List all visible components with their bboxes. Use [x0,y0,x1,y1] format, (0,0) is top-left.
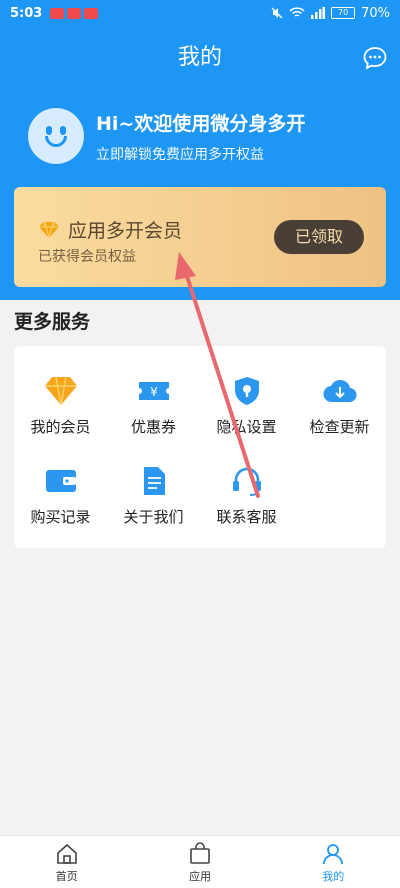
notification-icon [50,7,65,19]
service-customer-support[interactable]: 联系客服 [200,466,293,546]
service-label: 联系客服 [216,508,277,526]
person-icon [323,844,344,865]
profile-subtitle: 立即解锁免费应用多开权益 [96,146,264,163]
service-label: 我的会员 [30,418,91,436]
avatar-smile [45,136,67,147]
diamond-icon [44,376,77,406]
bag-icon [190,842,210,864]
avatar[interactable] [28,108,84,164]
section-title: 更多服务 [14,311,91,333]
vip-title: 应用多开会员 [68,220,183,242]
service-about-us[interactable]: 关于我们 [107,466,200,546]
service-coupons[interactable]: ¥ 优惠券 [107,376,200,456]
service-label: 优惠券 [130,418,176,436]
services-grid: 我的会员 ¥ 优惠券 隐私设置 检查更新 购买记录 关于我们 联系客服 [14,346,386,548]
service-label: 关于我们 [123,508,184,526]
status-bar: 5:03 70 70% [0,0,400,26]
service-purchase-history[interactable]: 购买记录 [14,466,107,546]
mute-icon [271,7,283,19]
document-icon [143,467,165,495]
wifi-icon [289,7,305,17]
service-label: 购买记录 [30,508,91,526]
wallet-icon [45,470,76,492]
tab-label: 我的 [322,870,345,883]
coupon-icon: ¥ [138,382,169,400]
profile-section[interactable]: Hi~欢迎使用微分身多开 立即解锁免费应用多开权益 [28,108,305,164]
avatar-eye [46,126,52,135]
shield-lock-icon [234,377,259,405]
tab-label: 首页 [55,870,78,883]
signal-icon [311,7,326,19]
battery-icon: 70 [331,7,356,19]
cloud-download-icon [322,379,357,403]
service-my-membership[interactable]: 我的会员 [14,376,107,456]
profile-greeting: Hi~欢迎使用微分身多开 [96,112,306,135]
notification-icon [84,7,99,19]
status-right: 70 70% [271,6,390,21]
tab-label: 应用 [188,870,211,883]
tab-home[interactable]: 首页 [0,836,133,888]
message-icon[interactable] [362,45,388,71]
headset-icon [232,467,261,496]
home-icon [56,843,77,864]
avatar-eye [60,126,66,135]
status-time: 5:03 [10,5,43,21]
tab-apps[interactable]: 应用 [133,836,266,888]
crown-diamond-icon [39,221,59,238]
battery-percent: 70% [361,5,390,21]
tab-mine[interactable]: 我的 [267,836,400,888]
service-label: 检查更新 [309,418,370,436]
profile-text: Hi~欢迎使用微分身多开 立即解锁免费应用多开权益 [96,109,305,164]
bottom-tab-bar: 首页 应用 我的 [0,835,400,888]
claimed-button[interactable]: 已领取 [274,220,364,254]
service-privacy[interactable]: 隐私设置 [200,376,293,456]
vip-title-row: 应用多开会员 [38,216,182,243]
vip-membership-card[interactable]: 应用多开会员 已获得会员权益 已领取 [14,187,386,287]
service-label: 隐私设置 [216,418,277,436]
svg-text:¥: ¥ [150,385,158,399]
service-check-update[interactable]: 检查更新 [293,376,386,456]
vip-subtitle: 已获得会员权益 [38,249,136,265]
notification-icon [67,7,82,19]
notification-badges [50,7,99,19]
page-title: 我的 [177,45,222,70]
